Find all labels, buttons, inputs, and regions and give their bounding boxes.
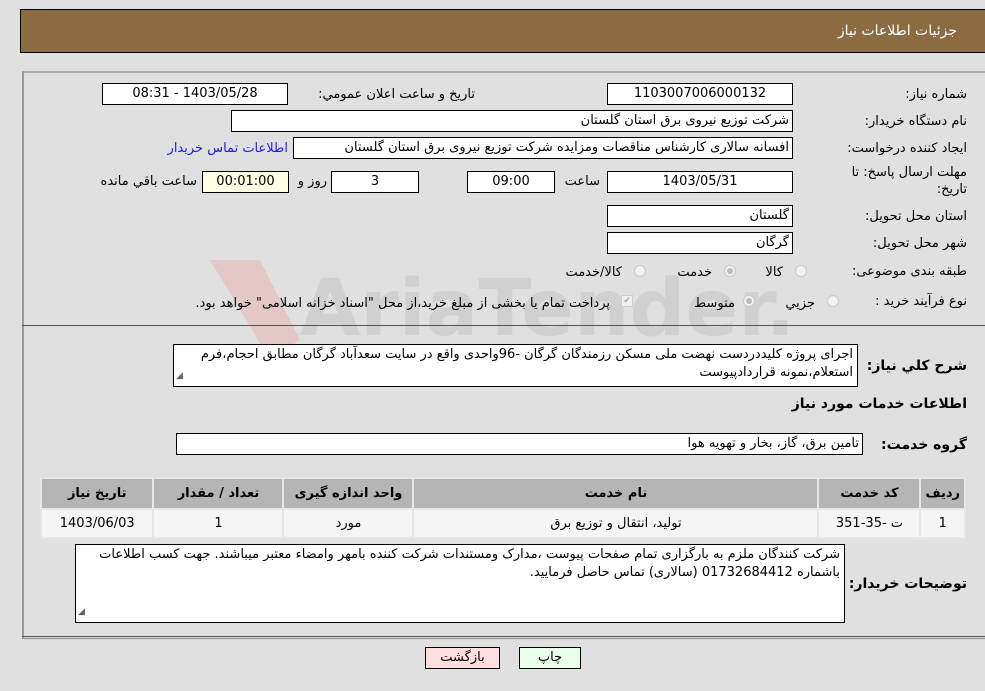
province-label: استان محل تحویل: <box>865 209 967 224</box>
province-field: گلستان <box>607 205 793 227</box>
need-number-field: 1103007006000132 <box>607 83 793 105</box>
buyer-notes-textarea[interactable]: شرکت کنندگان ملزم به بارگزاری تمام صفحات… <box>75 544 845 623</box>
back-button[interactable]: بازگشت <box>425 647 500 669</box>
service-group-label: گروه خدمت: <box>881 437 967 453</box>
radio-minor-label: جزيي <box>785 296 815 311</box>
radio-medium-label: متوسط <box>694 296 735 311</box>
page-header: جزئیات اطلاعات نیاز <box>20 9 985 53</box>
requester-field: افسانه سالاری کارشناس مناقصات ومزایده شر… <box>293 137 793 159</box>
buyer-contact-link[interactable]: اطلاعات تماس خریدار <box>168 141 288 156</box>
time-remaining-field: 00:01:00 <box>202 171 289 193</box>
cell-unit: مورد <box>282 508 415 539</box>
col-need-date: تاریخ نیاز <box>39 477 155 510</box>
footer-divider <box>22 636 985 637</box>
days-remaining-field: 3 <box>331 171 419 193</box>
services-table: رديف کد خدمت نام خدمت واحد اندازه گیری ت… <box>39 477 966 539</box>
radio-service-label: خدمت <box>677 265 712 280</box>
resize-grip-icon[interactable]: ◢ <box>176 367 183 385</box>
print-button[interactable]: چاپ <box>519 647 581 669</box>
buyer-org-label: نام دستگاه خریدار: <box>864 114 967 129</box>
services-section-title: اطلاعات خدمات مورد نياز <box>791 396 967 412</box>
radio-minor[interactable] <box>827 295 839 307</box>
deadline-label-date: تاریخ: <box>936 182 967 197</box>
service-group-field: تامین برق، گاز، بخار و تهویه هوا <box>176 433 863 455</box>
announce-datetime-label: تاریخ و ساعت اعلان عمومي: <box>318 87 475 102</box>
radio-goods-service-label: کالا/خدمت <box>565 265 622 280</box>
deadline-date-field: 1403/05/31 <box>607 171 793 193</box>
days-label: روز و <box>297 174 327 189</box>
col-row-number: رديف <box>919 477 966 510</box>
description-text: اجرای پروژه کلیددردست نهضت ملی مسکن رزمن… <box>200 347 853 380</box>
treasury-note: پرداخت تمام یا بخشی از مبلغ خرید،از محل … <box>195 296 610 311</box>
city-field: گرگان <box>607 232 793 254</box>
col-service-name: نام خدمت <box>412 477 820 510</box>
purchase-process-label: نوع فرآیند خرید : <box>875 294 967 309</box>
treasury-checkbox[interactable]: ✔ <box>621 295 633 307</box>
cell-row-number: 1 <box>919 508 966 539</box>
need-number-label: شماره نیاز: <box>905 87 967 102</box>
cell-service-name: تولید، انتقال و توزیع برق <box>412 508 820 539</box>
radio-service[interactable] <box>724 265 736 277</box>
radio-goods-service[interactable] <box>634 265 646 277</box>
cell-service-code: ت -35-351 <box>817 508 922 539</box>
buyer-notes-label: توضيحات خريدار: <box>848 576 967 592</box>
radio-goods[interactable] <box>795 265 807 277</box>
section-divider <box>22 325 985 326</box>
col-quantity: تعداد / مقدار <box>152 477 285 510</box>
cell-need-date: 1403/06/03 <box>39 508 155 539</box>
resize-grip-icon[interactable]: ◢ <box>78 603 85 621</box>
page-title: جزئیات اطلاعات نیاز <box>837 23 957 39</box>
buyer-notes-text: شرکت کنندگان ملزم به بارگزاری تمام صفحات… <box>99 547 840 580</box>
requester-label: ایجاد کننده درخواست: <box>847 141 967 156</box>
col-service-code: کد خدمت <box>817 477 922 510</box>
radio-medium[interactable] <box>743 295 755 307</box>
description-label: شرح كلي نياز: <box>866 358 967 374</box>
description-textarea[interactable]: اجرای پروژه کلیددردست نهضت ملی مسکن رزمن… <box>173 344 858 387</box>
radio-goods-label: کالا <box>765 265 783 280</box>
deadline-label: مهلت ارسال پاسخ: تا <box>851 165 967 180</box>
deadline-time-field: 09:00 <box>467 171 555 193</box>
category-label: طبقه بندی موضوعی: <box>851 264 967 279</box>
table-row: 1 ت -35-351 تولید، انتقال و توزیع برق مو… <box>39 508 966 539</box>
time-remaining-label: ساعت باقي مانده <box>100 174 197 189</box>
table-header-row: رديف کد خدمت نام خدمت واحد اندازه گیری ت… <box>39 477 966 510</box>
buyer-org-field: شرکت توزیع نیروی برق استان گلستان <box>231 110 793 132</box>
deadline-time-label: ساعت <box>564 174 600 189</box>
col-unit: واحد اندازه گیری <box>282 477 415 510</box>
cell-quantity: 1 <box>152 508 285 539</box>
announce-datetime-field: 1403/05/28 - 08:31 <box>102 83 288 105</box>
city-label: شهر محل تحویل: <box>872 236 967 251</box>
